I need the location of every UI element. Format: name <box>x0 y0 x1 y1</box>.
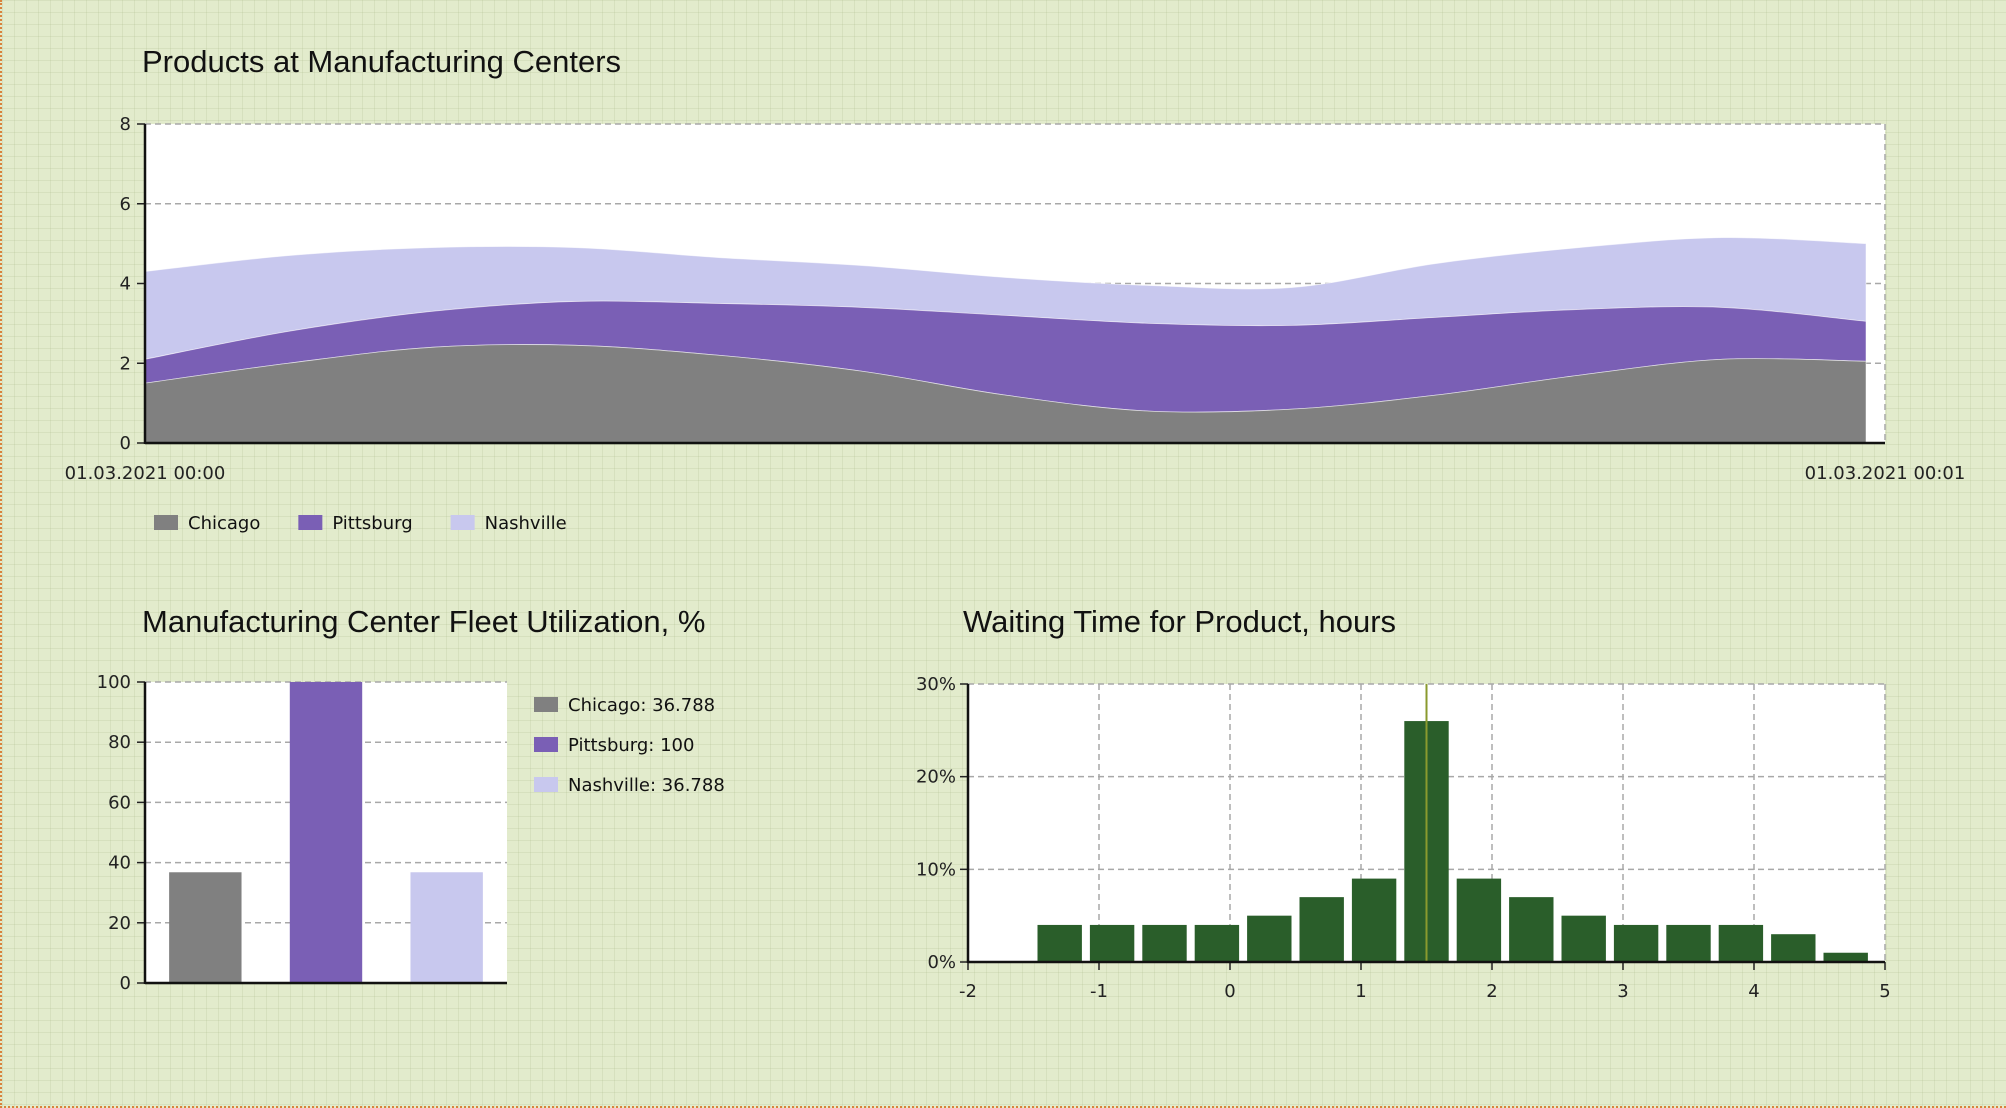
histogram-bar <box>1299 897 1344 962</box>
x-tick-label: 4 <box>1748 981 1759 1002</box>
histogram-bar <box>1351 878 1397 962</box>
histogram-bar <box>1037 924 1082 962</box>
histogram-bar <box>1142 924 1187 962</box>
histogram-bar <box>1456 878 1502 962</box>
x-tick-label: -1 <box>1090 981 1108 1002</box>
x-tick-label: 2 <box>1486 981 1497 1002</box>
histogram-chart: 0% 10% 20% 30% -2 -1 0 1 2 3 4 5 <box>916 674 1891 1002</box>
x-tick-label: 3 <box>1617 981 1628 1002</box>
histogram-bar <box>1823 952 1868 962</box>
x-tick-label: 1 <box>1355 981 1366 1002</box>
histogram-bar <box>1509 897 1554 962</box>
histogram-bar <box>1089 924 1135 962</box>
x-tick-label: 5 <box>1879 981 1890 1002</box>
y-tick-label: 30% <box>916 674 956 695</box>
y-tick-label: 0% <box>927 952 956 973</box>
x-tick-label: 0 <box>1224 981 1235 1002</box>
histogram-bar <box>1771 934 1816 962</box>
dashboard-canvas: Products at Manufacturing Centers Manufa… <box>0 0 2006 1108</box>
y-tick-label: 10% <box>916 859 956 880</box>
x-tick-label: -2 <box>959 981 977 1002</box>
histogram-bar <box>1718 924 1764 962</box>
histogram-bar <box>1613 924 1659 962</box>
histogram-bar <box>1561 915 1606 962</box>
y-tick-label: 20% <box>916 767 956 788</box>
histogram-bar <box>1666 924 1711 962</box>
histogram-bar <box>1247 915 1292 962</box>
histogram-bar <box>1194 924 1240 962</box>
